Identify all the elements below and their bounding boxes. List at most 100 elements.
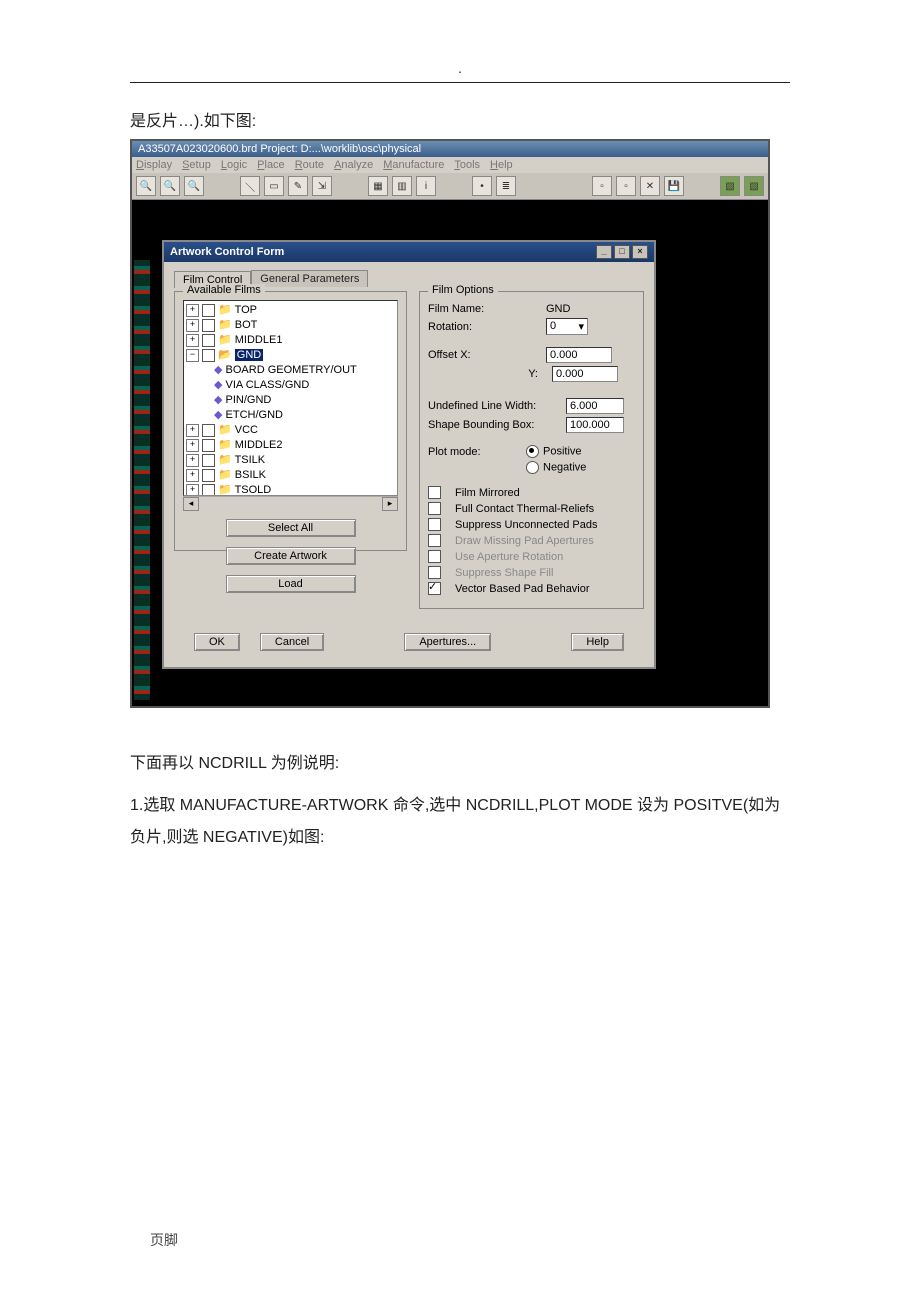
sbb-input[interactable]: 100.000: [566, 417, 624, 433]
tool-info-icon[interactable]: i: [416, 176, 436, 196]
plotmode-negative-radio[interactable]: [526, 461, 539, 474]
ok-button[interactable]: OK: [194, 633, 240, 651]
pcb-preview-strip: [134, 260, 150, 700]
paragraph-2: 1.选取 MANUFACTURE-ARTWORK 命令,选中 NCDRILL,P…: [130, 790, 790, 854]
tool-b-icon[interactable]: ▫: [616, 176, 636, 196]
tree-vcc[interactable]: VCC: [235, 424, 258, 436]
negative-label: Negative: [543, 461, 586, 473]
menu-manufacture[interactable]: Manufacture: [383, 159, 444, 171]
help-button[interactable]: Help: [571, 633, 624, 651]
use-aperture-label: Use Aperture Rotation: [455, 551, 563, 563]
full-contact-check[interactable]: [428, 502, 441, 515]
rotation-label: Rotation:: [428, 321, 538, 333]
tool-layer-icon[interactable]: ▥: [392, 176, 412, 196]
tool-line-icon[interactable]: ＼: [240, 176, 260, 196]
menu-tools[interactable]: Tools: [454, 159, 480, 171]
mirrored-check[interactable]: [428, 486, 441, 499]
tool-grid-icon[interactable]: ▦: [368, 176, 388, 196]
menu-route[interactable]: Route: [295, 159, 324, 171]
create-artwork-button[interactable]: Create Artwork: [226, 547, 356, 565]
app-window: A33507A023020600.brd Project: D:...\work…: [130, 139, 770, 708]
menu-analyze[interactable]: Analyze: [334, 159, 373, 171]
available-films-group: Available Films +📁 TOP +📁 BOT +📁 MIDDLE1…: [174, 291, 407, 551]
tool-close-icon[interactable]: ✕: [640, 176, 660, 196]
menu-help[interactable]: Help: [490, 159, 513, 171]
tree-gnd-1[interactable]: VIA CLASS/GND: [226, 379, 310, 391]
cancel-button[interactable]: Cancel: [260, 633, 324, 651]
tree-bot[interactable]: BOT: [235, 319, 258, 331]
suppress-shape-check: [428, 566, 441, 579]
offsetx-input[interactable]: 0.000: [546, 347, 612, 363]
tool-dot-icon[interactable]: •: [472, 176, 492, 196]
menu-display[interactable]: Display: [136, 159, 172, 171]
dialog-title: Artwork Control Form: [170, 246, 284, 258]
scroll-right-icon[interactable]: ▸: [382, 497, 398, 511]
vector-based-check[interactable]: [428, 582, 441, 595]
ulw-input[interactable]: 6.000: [566, 398, 624, 414]
tree-gnd-3[interactable]: ETCH/GND: [226, 409, 283, 421]
tool-save-icon[interactable]: 💾: [664, 176, 684, 196]
menu-place[interactable]: Place: [257, 159, 285, 171]
zoom-fit-icon[interactable]: 🔍: [184, 176, 204, 196]
suppress-unconn-label: Suppress Unconnected Pads: [455, 519, 597, 531]
tool-g1-icon[interactable]: ▧: [720, 176, 740, 196]
paragraph-1: 下面再以 NCDRILL 为例说明:: [130, 748, 790, 780]
close-icon[interactable]: ×: [632, 245, 648, 259]
tab-general-params[interactable]: General Parameters: [251, 270, 368, 287]
tool-rect-icon[interactable]: ▭: [264, 176, 284, 196]
minimize-icon[interactable]: _: [596, 245, 612, 259]
load-button[interactable]: Load: [226, 575, 356, 593]
toolbar: 🔍 🔍 🔍 ＼ ▭ ✎ ⇲ ▦ ▥ i • ≣ ▫ ▫ ✕ 💾 ▧ ▧: [132, 173, 768, 200]
apertures-button[interactable]: Apertures...: [404, 633, 491, 651]
tree-hscroll[interactable]: ◂ ▸: [183, 496, 398, 511]
chevron-down-icon: ▾: [578, 320, 584, 333]
films-legend: Available Films: [183, 284, 265, 296]
tree-mid2[interactable]: MIDDLE2: [235, 439, 283, 451]
artwork-dialog: Artwork Control Form _ □ × Film Control …: [162, 240, 656, 669]
zoom-out-icon[interactable]: 🔍: [160, 176, 180, 196]
page-footer: 页脚: [150, 1230, 178, 1250]
film-name-label: Film Name:: [428, 303, 538, 315]
maximize-icon[interactable]: □: [614, 245, 630, 259]
ulw-label: Undefined Line Width:: [428, 400, 558, 412]
tool-a-icon[interactable]: ▫: [592, 176, 612, 196]
menu-setup[interactable]: Setup: [182, 159, 211, 171]
plotmode-positive-radio[interactable]: [526, 445, 539, 458]
header-rule: [130, 82, 790, 83]
tool-g2-icon[interactable]: ▧: [744, 176, 764, 196]
tree-gnd-2[interactable]: PIN/GND: [226, 394, 272, 406]
tree-mid1[interactable]: MIDDLE1: [235, 334, 283, 346]
offsety-label: Y:: [428, 368, 544, 380]
tree-tsilk[interactable]: TSILK: [235, 454, 266, 466]
tree-tsold[interactable]: TSOLD: [235, 484, 272, 496]
draw-missing-check: [428, 534, 441, 547]
tree-bsilk[interactable]: BSILK: [235, 469, 266, 481]
scroll-left-icon[interactable]: ◂: [183, 497, 199, 511]
vector-based-label: Vector Based Pad Behavior: [455, 583, 590, 595]
app-title: A33507A023020600.brd Project: D:...\work…: [138, 143, 421, 155]
suppress-unconn-check[interactable]: [428, 518, 441, 531]
select-all-button[interactable]: Select All: [226, 519, 356, 537]
app-titlebar: A33507A023020600.brd Project: D:...\work…: [132, 141, 768, 157]
positive-label: Positive: [543, 445, 582, 457]
tree-top[interactable]: TOP: [235, 304, 257, 316]
draw-missing-label: Draw Missing Pad Apertures: [455, 535, 594, 547]
film-name-value: GND: [546, 303, 570, 315]
intro-text: 是反片…).如下图:: [130, 107, 790, 131]
tree-gnd[interactable]: GND: [235, 349, 263, 361]
tool-move-icon[interactable]: ⇲: [312, 176, 332, 196]
film-options-group: Film Options Film Name: GND Rotation: 0▾: [419, 291, 644, 609]
tool-edit-icon[interactable]: ✎: [288, 176, 308, 196]
options-legend: Film Options: [428, 284, 498, 296]
menubar[interactable]: Display Setup Logic Place Route Analyze …: [132, 157, 768, 173]
zoom-in-icon[interactable]: 🔍: [136, 176, 156, 196]
tool-list-icon[interactable]: ≣: [496, 176, 516, 196]
rotation-select[interactable]: 0▾: [546, 318, 588, 335]
offsetx-label: Offset X:: [428, 349, 538, 361]
films-tree[interactable]: +📁 TOP +📁 BOT +📁 MIDDLE1 −📂 GND ◆ BOARD …: [183, 300, 398, 496]
use-aperture-check: [428, 550, 441, 563]
tree-gnd-0[interactable]: BOARD GEOMETRY/OUT: [226, 364, 357, 376]
menu-logic[interactable]: Logic: [221, 159, 247, 171]
suppress-shape-label: Suppress Shape Fill: [455, 567, 553, 579]
offsety-input[interactable]: 0.000: [552, 366, 618, 382]
